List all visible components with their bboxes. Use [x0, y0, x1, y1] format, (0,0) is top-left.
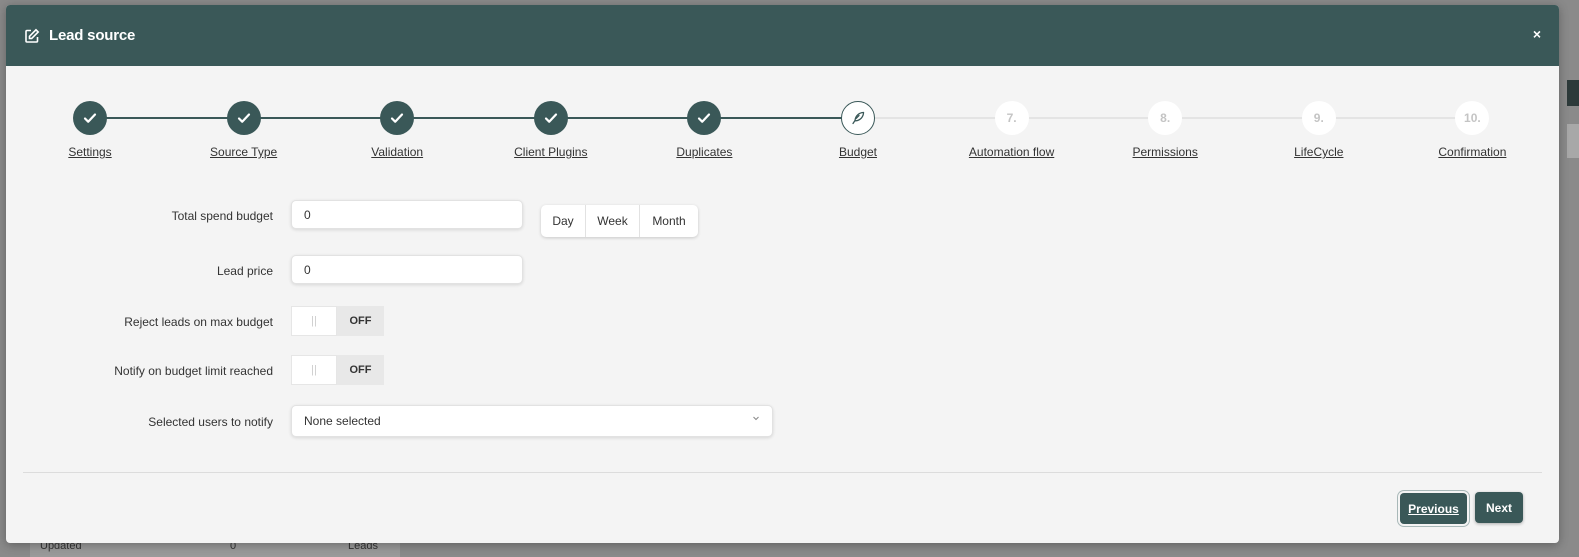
notify-budget-toggle[interactable]: || OFF: [291, 355, 384, 385]
step-duplicates[interactable]: Duplicates: [634, 101, 774, 159]
step-number: 9.: [1301, 101, 1336, 135]
users-to-notify-label: Selected users to notify: [148, 415, 273, 429]
check-icon: [73, 101, 107, 135]
feather-pen-icon: [841, 101, 875, 135]
total-spend-budget-label: Total spend budget: [171, 209, 273, 223]
step-label: Confirmation: [1438, 145, 1507, 159]
step-number: 8.: [1148, 101, 1183, 135]
step-label: Source Type: [210, 145, 278, 159]
step-label: Duplicates: [676, 145, 733, 159]
toggle-state-label: OFF: [337, 306, 384, 336]
background-right-tab-2: [1567, 124, 1579, 158]
users-to-notify-select[interactable]: None selected: [291, 405, 773, 437]
step-label: Client Plugins: [514, 145, 588, 159]
step-budget[interactable]: Budget: [788, 101, 928, 159]
notify-budget-label: Notify on budget limit reached: [114, 364, 273, 378]
period-day-button[interactable]: Day: [541, 205, 586, 237]
step-permissions[interactable]: 8. Permissions: [1095, 101, 1235, 159]
check-icon: [533, 101, 568, 135]
step-label: Permissions: [1132, 145, 1198, 159]
step-label: Settings: [68, 145, 112, 159]
step-label: Validation: [371, 145, 424, 159]
next-button[interactable]: Next: [1475, 492, 1523, 523]
previous-button[interactable]: Previous: [1400, 493, 1467, 524]
step-confirmation[interactable]: 10. Confirmation: [1402, 101, 1542, 159]
step-number: 7.: [994, 101, 1029, 135]
step-client-plugins[interactable]: Client Plugins: [481, 101, 621, 159]
toggle-state-label: OFF: [337, 355, 384, 385]
step-settings[interactable]: Settings: [20, 101, 160, 159]
background-right-tab: [1567, 80, 1579, 106]
step-automation-flow[interactable]: 7. Automation flow: [942, 101, 1082, 159]
toggle-knob: ||: [291, 355, 337, 385]
select-value: None selected: [304, 414, 381, 428]
step-label: Automation flow: [968, 145, 1055, 159]
footer-divider: [23, 472, 1542, 473]
reject-leads-label: Reject leads on max budget: [124, 315, 273, 329]
step-validation[interactable]: Validation: [327, 101, 467, 159]
check-icon: [687, 101, 722, 135]
lead-price-input[interactable]: [291, 255, 523, 284]
close-icon[interactable]: ×: [1533, 27, 1541, 41]
step-lifecycle[interactable]: 9. LifeCycle: [1249, 101, 1389, 159]
step-number: 10.: [1455, 101, 1490, 135]
step-label: LifeCycle: [1294, 145, 1344, 159]
check-icon: [226, 101, 261, 135]
lead-source-modal: Lead source × Settings Source Type Validat…: [6, 5, 1559, 543]
lead-price-label: Lead price: [216, 264, 273, 278]
wizard-steps: Settings Source Type Validation Client Plug…: [6, 101, 1559, 171]
reject-leads-toggle[interactable]: || OFF: [291, 306, 384, 336]
edit-icon: [24, 28, 40, 44]
total-spend-budget-input[interactable]: [291, 200, 523, 229]
modal-header: Lead source ×: [6, 5, 1559, 66]
toggle-knob: ||: [291, 306, 337, 336]
step-label: Budget: [838, 145, 878, 159]
budget-period-selector: Day Week Month: [541, 205, 698, 237]
modal-title: Lead source: [49, 27, 136, 44]
chevron-down-icon: [752, 414, 760, 424]
step-source-type[interactable]: Source Type: [174, 101, 314, 159]
check-icon: [380, 101, 415, 135]
period-week-button[interactable]: Week: [586, 205, 640, 237]
period-month-button[interactable]: Month: [640, 205, 698, 237]
